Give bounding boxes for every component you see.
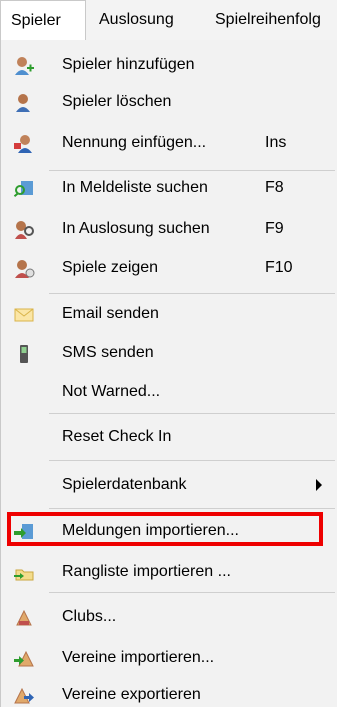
- menu-item-sms-senden[interactable]: SMS senden: [1, 336, 337, 372]
- clubs-icon: [16, 609, 32, 626]
- menu-item-shortcut: F8: [265, 179, 284, 196]
- menu-item-shortcut: Ins: [265, 134, 287, 151]
- envelope-icon: [14, 308, 34, 322]
- menu-item-label: Clubs...: [62, 608, 117, 625]
- menu-item-label: Rangliste importieren ...: [62, 563, 231, 580]
- spieler-dropdown-menu: Spieler hinzufügen Spieler löschen Nennu…: [0, 40, 337, 707]
- menu-item-nennung-einfuegen[interactable]: Nennung einfügen... Ins: [1, 126, 337, 162]
- menu-item-in-meldeliste-suchen[interactable]: In Meldeliste suchen F8: [1, 171, 337, 207]
- menu-item-spieler-loeschen[interactable]: Spieler löschen: [1, 85, 337, 121]
- mobile-phone-icon: [20, 345, 28, 363]
- highlight-box: [7, 512, 323, 546]
- menu-separator: [49, 508, 335, 509]
- menu-separator: [49, 413, 335, 414]
- insert-entry-icon: [14, 135, 32, 153]
- menu-item-in-auslosung-suchen[interactable]: In Auslosung suchen F9: [1, 212, 337, 248]
- menu-item-vereine-exportieren[interactable]: Vereine exportieren: [1, 678, 337, 714]
- menu-separator: [49, 460, 335, 461]
- menu-item-label: In Auslosung suchen: [62, 220, 210, 237]
- import-clubs-icon: [14, 650, 34, 667]
- menu-item-spiele-zeigen[interactable]: Spiele zeigen F10: [1, 251, 337, 287]
- menu-spielreihenfolge[interactable]: Spielreihenfolg: [215, 0, 321, 40]
- remove-player-icon: [16, 94, 30, 112]
- menu-item-spielerdatenbank[interactable]: Spielerdatenbank: [1, 468, 337, 504]
- menu-auslosung-label: Auslosung: [99, 11, 174, 28]
- menu-item-label: Email senden: [62, 305, 159, 322]
- menu-item-rangliste-importieren[interactable]: Rangliste importieren ...: [1, 555, 337, 591]
- menu-spieler-label: Spieler: [11, 12, 61, 29]
- menu-item-email-senden[interactable]: Email senden: [1, 297, 337, 333]
- search-list-icon: [13, 181, 33, 198]
- menu-item-label: Spiele zeigen: [62, 259, 159, 276]
- menu-item-label: Nennung einfügen...: [62, 134, 207, 151]
- menu-item-label: SMS senden: [62, 344, 154, 361]
- menu-item-label: Vereine exportieren: [62, 686, 201, 703]
- menu-auslosung[interactable]: Auslosung: [99, 0, 174, 40]
- menu-item-clubs[interactable]: Clubs...: [1, 600, 337, 636]
- search-draw-icon: [15, 221, 34, 239]
- menu-spielreihenfolge-label: Spielreihenfolg: [215, 11, 321, 28]
- menu-item-shortcut: F9: [265, 220, 284, 237]
- menu-bar: Spieler Auslosung Spielreihenfolg: [0, 0, 337, 41]
- menu-item-label: Spieler hinzufügen: [62, 56, 195, 73]
- menu-item-label: Spielerdatenbank: [62, 476, 187, 493]
- show-matches-icon: [15, 260, 35, 278]
- export-clubs-icon: [14, 687, 34, 704]
- menu-item-not-warned[interactable]: Not Warned...: [1, 375, 337, 411]
- menu-item-spieler-hinzufuegen[interactable]: Spieler hinzufügen: [1, 48, 337, 84]
- menu-spieler[interactable]: Spieler: [0, 0, 86, 40]
- menu-item-reset-check-in[interactable]: Reset Check In: [1, 420, 337, 456]
- menu-item-label: Spieler löschen: [62, 93, 172, 110]
- submenu-arrow-icon: [316, 479, 322, 491]
- menu-item-shortcut: F10: [265, 259, 293, 276]
- menu-item-label: In Meldeliste suchen: [62, 179, 208, 196]
- menu-item-label: Vereine importieren...: [62, 649, 215, 666]
- menu-separator: [49, 293, 335, 294]
- menu-item-label: Reset Check In: [62, 428, 172, 445]
- menu-separator: [49, 592, 335, 593]
- add-player-icon: [15, 57, 34, 75]
- menu-item-label: Not Warned...: [62, 383, 161, 400]
- menu-item-vereine-importieren[interactable]: Vereine importieren...: [1, 641, 337, 677]
- import-ranking-icon: [14, 569, 34, 581]
